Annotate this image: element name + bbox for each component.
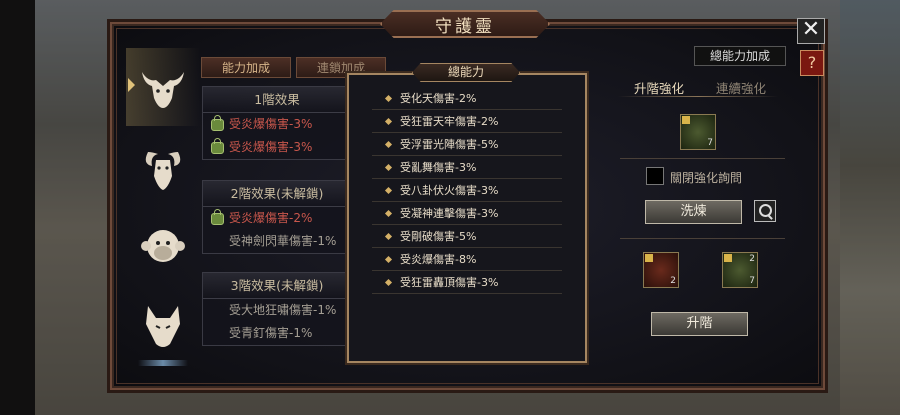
- tab-upgrade-enhance[interactable]: 升階強化: [634, 78, 684, 97]
- bull-icon: [142, 72, 184, 108]
- close-button[interactable]: ✕: [797, 18, 825, 44]
- diamond-bullet-icon: [384, 255, 393, 263]
- item-count: 7: [749, 276, 755, 286]
- diamond-bullet-icon: [384, 209, 393, 217]
- tab-ability-bonus[interactable]: 能力加成: [201, 57, 291, 78]
- popup-title: 總能力: [412, 63, 520, 82]
- scroll-indicator: [138, 360, 188, 366]
- help-button[interactable]: ?: [800, 50, 824, 76]
- tier-2-effects: 2階效果(未解鎖) 受炎爆傷害-2% 受神劍閃華傷害-1%: [202, 180, 352, 254]
- item-badge-icon: [645, 254, 653, 262]
- lock-icon: [211, 137, 224, 154]
- refine-button[interactable]: 洗煉: [645, 200, 742, 224]
- divider: [620, 238, 785, 239]
- list-item: 受剛破傷害-5%: [372, 225, 562, 248]
- tier-effect-line: 受大地狂嘯傷害-1%: [229, 303, 337, 317]
- monkey-icon: [141, 230, 185, 262]
- total-ability-button[interactable]: 總能力加成: [694, 46, 786, 66]
- list-item: 受狂雷天牢傷害-2%: [372, 110, 562, 133]
- item-count: 2: [670, 276, 676, 286]
- diamond-bullet-icon: [384, 163, 393, 171]
- guardian-monkey[interactable]: [126, 208, 200, 286]
- material-item-left[interactable]: 2: [643, 252, 679, 288]
- item-count: 7: [707, 138, 713, 148]
- tier-1-header: 1階效果: [203, 87, 351, 113]
- item-badge-icon: [724, 254, 732, 262]
- list-item: 受凝神連擊傷害-3%: [372, 202, 562, 225]
- disable-confirm-checkbox[interactable]: [646, 167, 664, 185]
- wolf-icon: [146, 306, 180, 347]
- total-ability-list: 受化天傷害-2% 受狂雷天牢傷害-2% 受浮雷光陣傷害-5% 受亂舞傷害-3% …: [372, 87, 562, 294]
- tab-underline: [618, 96, 778, 97]
- tier-effect-line: 受神劍閃華傷害-1%: [229, 234, 337, 248]
- diamond-bullet-icon: [384, 186, 393, 194]
- list-item: 受亂舞傷害-3%: [372, 156, 562, 179]
- material-item-top[interactable]: 7: [680, 114, 716, 150]
- checkbox-label: 關閉強化詢問: [670, 171, 743, 185]
- panel-title-plate: 守護靈: [380, 10, 550, 38]
- list-item: 受狂雷轟頂傷害-3%: [372, 271, 562, 294]
- diamond-bullet-icon: [384, 117, 393, 125]
- guardian-bull[interactable]: [126, 48, 200, 126]
- guardian-goat[interactable]: [126, 128, 200, 206]
- tier-2-header: 2階效果(未解鎖): [203, 181, 351, 207]
- diamond-bullet-icon: [384, 94, 393, 102]
- tier-3-effects: 3階效果(未解鎖) 受大地狂嘯傷害-1% 受青釘傷害-1%: [202, 272, 352, 346]
- lock-icon: [211, 114, 224, 131]
- tier-1-effects: 1階效果 受炎爆傷害-3% 受炎爆傷害-3%: [202, 86, 352, 160]
- item-badge-icon: [682, 116, 690, 124]
- tier-effect-line: 受炎爆傷害-3%: [203, 113, 351, 136]
- list-item: 受化天傷害-2%: [372, 87, 562, 110]
- list-item: 受八卦伏火傷害-3%: [372, 179, 562, 202]
- selected-indicator-arrow: [128, 78, 135, 92]
- magnifier-icon[interactable]: [754, 200, 776, 222]
- diamond-bullet-icon: [384, 278, 393, 286]
- diamond-bullet-icon: [384, 140, 393, 148]
- tier-effect-line: 受炎爆傷害-3%: [203, 136, 351, 159]
- divider: [620, 158, 785, 159]
- guardian-wolf[interactable]: [126, 288, 200, 366]
- tier-effect-line: 受青釘傷害-1%: [229, 326, 313, 340]
- material-item-right[interactable]: 2 7: [722, 252, 758, 288]
- list-item: 受浮雷光陣傷害-5%: [372, 133, 562, 156]
- diamond-bullet-icon: [384, 232, 393, 240]
- tab-continuous-enhance[interactable]: 連續強化: [716, 78, 766, 97]
- guardian-selector: [126, 48, 200, 368]
- advance-button[interactable]: 升階: [651, 312, 748, 336]
- tier-3-header: 3階效果(未解鎖): [203, 273, 351, 299]
- tier-effect-line: 受炎爆傷害-2%: [203, 207, 351, 230]
- panel-title: 守護靈: [435, 16, 495, 37]
- list-item: 受炎爆傷害-8%: [372, 248, 562, 271]
- item-count: 2: [749, 254, 755, 264]
- goat-icon: [145, 152, 181, 190]
- lock-icon: [211, 208, 224, 225]
